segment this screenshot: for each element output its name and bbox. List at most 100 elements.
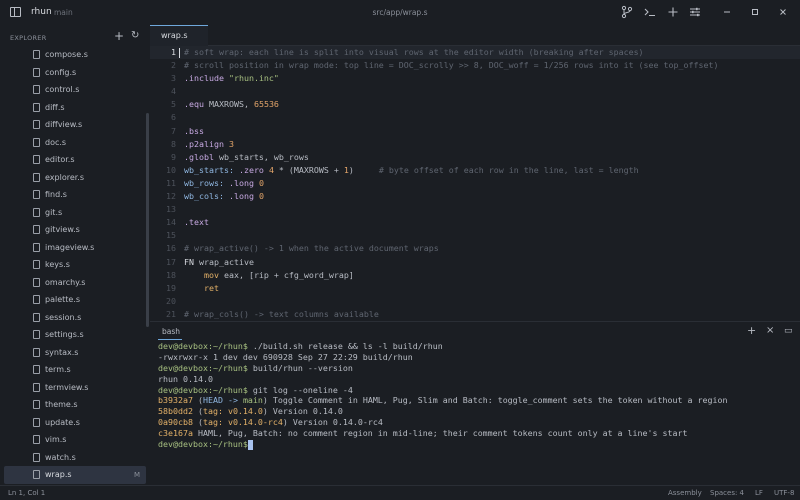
- branch-name[interactable]: main: [54, 8, 73, 17]
- sidebar-item-term-s[interactable]: term.s: [0, 361, 150, 379]
- line-number: 3: [171, 73, 176, 84]
- code-line[interactable]: 1 # soft wrap: each line is split into vi…: [150, 46, 800, 60]
- terminal-text: main: [242, 395, 263, 406]
- sidebar-item-settings-s[interactable]: settings.s: [0, 326, 150, 344]
- code-line[interactable]: 15: [150, 229, 800, 242]
- file-icon: [33, 365, 40, 374]
- sidebar-item-compose-s[interactable]: compose.s: [0, 46, 150, 64]
- sidebar-item-editor-s[interactable]: editor.s: [0, 151, 150, 169]
- close-terminal-icon[interactable]: ×: [766, 325, 774, 336]
- new-file-icon[interactable]: +: [114, 29, 124, 43]
- sidebar-item-config-s[interactable]: config.s: [0, 64, 150, 82]
- git-icon[interactable]: [620, 5, 634, 19]
- plus-icon[interactable]: [666, 5, 680, 19]
- line-number: 11: [166, 177, 176, 188]
- line-number: 1: [171, 47, 176, 57]
- code-line[interactable]: 17 FN wrap_active: [150, 256, 800, 269]
- terminal-icon[interactable]: [643, 5, 657, 19]
- code-line[interactable]: 9 .globl wb_starts, wb_rows: [150, 151, 800, 164]
- sidebar-item-explorer-s[interactable]: explorer.s: [0, 169, 150, 187]
- sidebar-scrollbar[interactable]: [146, 113, 149, 327]
- code-line[interactable]: 18 mov eax, [rip + cfg_word_wrap]: [150, 269, 800, 282]
- sidebar-item-watch-s[interactable]: watch.s: [0, 449, 150, 467]
- code-area[interactable]: 1 # soft wrap: each line is split into vi…: [150, 46, 800, 321]
- code-line[interactable]: 8 .p2align 3: [150, 138, 800, 151]
- encoding[interactable]: UTF-8: [774, 489, 794, 497]
- sidebar-item-omarchy-s[interactable]: omarchy.s: [0, 274, 150, 292]
- sidebar-item-diff-s[interactable]: diff.s: [0, 99, 150, 117]
- code-line[interactable]: 11 wb_rows: .long 0: [150, 177, 800, 190]
- terminal-line: dev@devbox:~/rhun$ ./build.sh release &&…: [158, 341, 798, 352]
- line-text: .globl wb_starts, wb_rows: [184, 151, 309, 164]
- toggle-sidebar-icon[interactable]: [10, 7, 21, 17]
- sidebar-item-doc-s[interactable]: doc.s: [0, 134, 150, 152]
- new-terminal-icon[interactable]: +: [747, 324, 756, 337]
- sidebar-item-update-s[interactable]: update.s: [0, 414, 150, 432]
- code-line[interactable]: 7 .bss: [150, 125, 800, 138]
- line-text: # scroll position in wrap mode: top line…: [184, 59, 718, 72]
- line-number: 4: [171, 86, 176, 97]
- code-line[interactable]: 10 wb_starts: .zero 4 * (MAXROWS + 1) # b…: [150, 164, 800, 177]
- sidebar-item-imageview-s[interactable]: imageview.s: [0, 239, 150, 257]
- sidebar-item-palette-s[interactable]: palette.s: [0, 291, 150, 309]
- code-line[interactable]: 2 # scroll position in wrap mode: top lin…: [150, 59, 800, 72]
- line-number: 21: [166, 308, 176, 319]
- terminal-tab-bash[interactable]: bash: [157, 327, 183, 340]
- code-line[interactable]: 14 .text: [150, 216, 800, 229]
- line-text: # wrap_cols() -> text columns available: [184, 308, 379, 321]
- sidebar-item-label: git.s: [45, 207, 63, 217]
- sidebar-item-gitview-s[interactable]: gitview.s: [0, 221, 150, 239]
- terminal-line: rhun 0.14.0: [158, 374, 798, 385]
- file-icon: [33, 470, 40, 479]
- maximize-terminal-icon[interactable]: ▭: [784, 326, 793, 336]
- maximize-icon[interactable]: [748, 5, 762, 19]
- sidebar-item-git-s[interactable]: git.s: [0, 204, 150, 222]
- token: FN: [184, 256, 199, 267]
- code-line[interactable]: 19 ret: [150, 282, 800, 295]
- terminal-text: ) Version 0.14.0: [262, 406, 343, 417]
- code-line[interactable]: 20: [150, 295, 800, 308]
- line-ending[interactable]: LF: [755, 489, 763, 497]
- sidebar-item-find-s[interactable]: find.s: [0, 186, 150, 204]
- terminal-output[interactable]: dev@devbox:~/rhun$ ./build.sh release &&…: [158, 341, 798, 450]
- sidebar-item-vim-s[interactable]: vim.s: [0, 431, 150, 449]
- code-line[interactable]: 4: [150, 85, 800, 98]
- sidebar-item-session-s[interactable]: session.s: [0, 309, 150, 327]
- sliders-icon[interactable]: [688, 5, 702, 19]
- refresh-icon[interactable]: ↻: [131, 30, 139, 41]
- terminal-panel[interactable]: bash + × ▭ dev@devbox:~/rhun$ ./build.sh…: [150, 321, 800, 485]
- sidebar-item-diffview-s[interactable]: diffview.s: [0, 116, 150, 134]
- close-icon[interactable]: [776, 5, 790, 19]
- token: 65536: [253, 99, 279, 110]
- sidebar-item-wrap-s[interactable]: wrap.s M: [4, 466, 146, 484]
- indentation[interactable]: Spaces: 4: [710, 489, 744, 497]
- line-text: wb_rows: .long 0: [184, 177, 264, 190]
- sidebar-item-label: keys.s: [45, 260, 70, 270]
- sidebar-item-control-s[interactable]: control.s: [0, 81, 150, 99]
- token: ret: [203, 282, 219, 293]
- sidebar-item-theme-s[interactable]: theme.s: [0, 396, 150, 414]
- token: .text: [184, 217, 209, 228]
- terminal-line: c3e167a HAML, Pug, Batch: no comment reg…: [158, 428, 798, 439]
- sidebar-item-syntax-s[interactable]: syntax.s: [0, 344, 150, 362]
- code-line[interactable]: 13: [150, 203, 800, 216]
- minimize-icon[interactable]: [720, 5, 734, 19]
- token: .long: [228, 177, 259, 188]
- editor-tab-bar: wrap.s: [150, 25, 800, 46]
- code-line[interactable]: 6: [150, 111, 800, 124]
- code-line[interactable]: 12 wb_cols: .long 0: [150, 190, 800, 203]
- tab-wrap-s[interactable]: wrap.s: [150, 25, 208, 46]
- cursor-position[interactable]: Ln 1, Col 1: [8, 489, 45, 497]
- language-mode[interactable]: Assembly: [668, 489, 702, 497]
- sidebar-item-termview-s[interactable]: termview.s: [0, 379, 150, 397]
- sidebar-item-keys-s[interactable]: keys.s: [0, 256, 150, 274]
- code-line[interactable]: 16 # wrap_active() -> 1 when the active d…: [150, 242, 800, 255]
- code-line[interactable]: 5 .equ MAXROWS, 65536: [150, 98, 800, 111]
- sidebar-item-label: gitview.s: [45, 225, 80, 235]
- token: .equ: [184, 99, 209, 110]
- line-number: 6: [171, 112, 176, 123]
- code-line[interactable]: 21 # wrap_cols() -> text columns availabl…: [150, 308, 800, 321]
- app-name: rhun: [31, 7, 52, 17]
- line-number: 17: [166, 256, 176, 267]
- code-line[interactable]: 3 .include "rhun.inc": [150, 72, 800, 85]
